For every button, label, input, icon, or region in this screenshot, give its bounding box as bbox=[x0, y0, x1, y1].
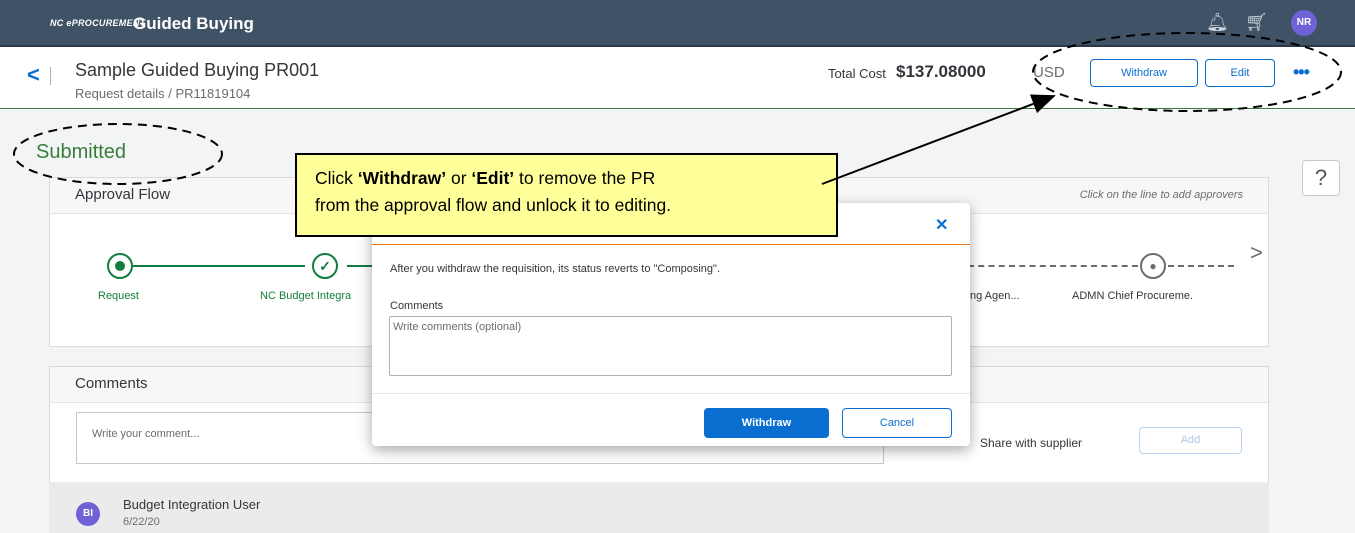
flow-step-label: ADMN Chief Procureme. bbox=[1072, 290, 1194, 302]
dialog-comments-label: Comments bbox=[390, 300, 444, 312]
status-label: Submitted bbox=[36, 141, 127, 163]
callout-line2: from the approval flow and unlock it to … bbox=[315, 195, 672, 215]
request-title: Sample Guided Buying PR001 bbox=[75, 60, 320, 80]
dialog-message: After you withdraw the requisition, its … bbox=[390, 263, 721, 275]
brand-logo: NC ePROCUREMENT bbox=[50, 18, 146, 28]
instruction-callout: Click ‘Withdraw’ or ‘Edit’ to remove the… bbox=[295, 153, 838, 237]
total-cost-label: Total Cost bbox=[828, 66, 886, 81]
check-icon: ✓ bbox=[319, 258, 331, 274]
dialog-withdraw-button[interactable]: Withdraw bbox=[704, 408, 829, 438]
dialog-footer: Withdraw Cancel bbox=[372, 393, 970, 446]
flow-node-budget[interactable]: ✓ bbox=[312, 253, 338, 279]
chevron-left-icon[interactable]: < bbox=[27, 62, 40, 88]
add-comment-button[interactable]: Add bbox=[1139, 427, 1242, 454]
flow-step-label: NC Budget Integra bbox=[260, 290, 352, 302]
notification-bell-icon[interactable]: 🔔︎ bbox=[1206, 12, 1229, 32]
flow-connector[interactable] bbox=[1168, 265, 1234, 267]
callout-or: or bbox=[446, 168, 472, 188]
flow-connector[interactable] bbox=[133, 265, 305, 267]
comment-author: Budget Integration User bbox=[123, 497, 261, 512]
callout-text: Click ‘Withdraw’ or ‘Edit’ to remove the… bbox=[315, 165, 671, 219]
approval-flow-hint: Click on the line to add approvers bbox=[1079, 189, 1243, 201]
callout-withdraw: ‘Withdraw’ bbox=[357, 168, 447, 188]
help-icon[interactable]: ? bbox=[1302, 160, 1340, 196]
comments-title: Comments bbox=[75, 375, 148, 392]
currency-label: USD bbox=[1033, 64, 1065, 81]
dialog-cancel-button[interactable]: Cancel bbox=[842, 408, 952, 438]
cart-icon[interactable]: 🛒︎ bbox=[1245, 12, 1268, 32]
comment-date: 6/22/20 bbox=[123, 516, 160, 528]
approval-flow-title: Approval Flow bbox=[75, 186, 171, 203]
comment-entry: BI Budget Integration User 6/22/20 bbox=[49, 482, 1269, 533]
share-with-supplier-label[interactable]: Share with supplier bbox=[980, 436, 1082, 450]
flow-node-chief-procurement[interactable]: ● bbox=[1140, 253, 1166, 279]
flow-step-label: Request bbox=[98, 290, 139, 302]
dot-icon bbox=[115, 261, 125, 271]
withdraw-button[interactable]: Withdraw bbox=[1090, 59, 1198, 87]
dialog-comments-placeholder: Write comments (optional) bbox=[393, 321, 522, 333]
avatar: BI bbox=[76, 502, 100, 526]
breadcrumb: Request details / PR11819104 bbox=[75, 86, 251, 101]
chevron-right-icon[interactable]: > bbox=[1250, 240, 1263, 266]
close-icon[interactable]: ✕ bbox=[935, 215, 948, 235]
comment-placeholder: Write your comment... bbox=[92, 428, 200, 440]
top-bar: NC ePROCUREMENT Guided Buying 🔔︎ 🛒︎ NR bbox=[0, 0, 1355, 47]
user-avatar[interactable]: NR bbox=[1291, 10, 1317, 36]
callout-edit: ‘Edit’ bbox=[471, 168, 515, 188]
flow-connector[interactable] bbox=[968, 265, 1138, 267]
edit-button[interactable]: Edit bbox=[1205, 59, 1275, 87]
callout-prefix: Click bbox=[315, 168, 358, 188]
callout-line1-end: to remove the PR bbox=[514, 168, 656, 188]
dialog-comments-field[interactable]: Write comments (optional) bbox=[389, 316, 952, 376]
app-title[interactable]: Guided Buying bbox=[133, 14, 254, 34]
person-icon: ● bbox=[1149, 259, 1157, 273]
flow-node-request[interactable] bbox=[107, 253, 133, 279]
withdraw-dialog: ✕ After you withdraw the requisition, it… bbox=[372, 203, 970, 446]
total-cost-value: $137.08000 bbox=[896, 62, 986, 81]
divider bbox=[50, 67, 51, 85]
more-icon[interactable]: ••• bbox=[1293, 62, 1310, 83]
request-header: < Sample Guided Buying PR001 Request det… bbox=[0, 49, 1355, 109]
flow-step-label: ng Agen... bbox=[970, 290, 1020, 302]
